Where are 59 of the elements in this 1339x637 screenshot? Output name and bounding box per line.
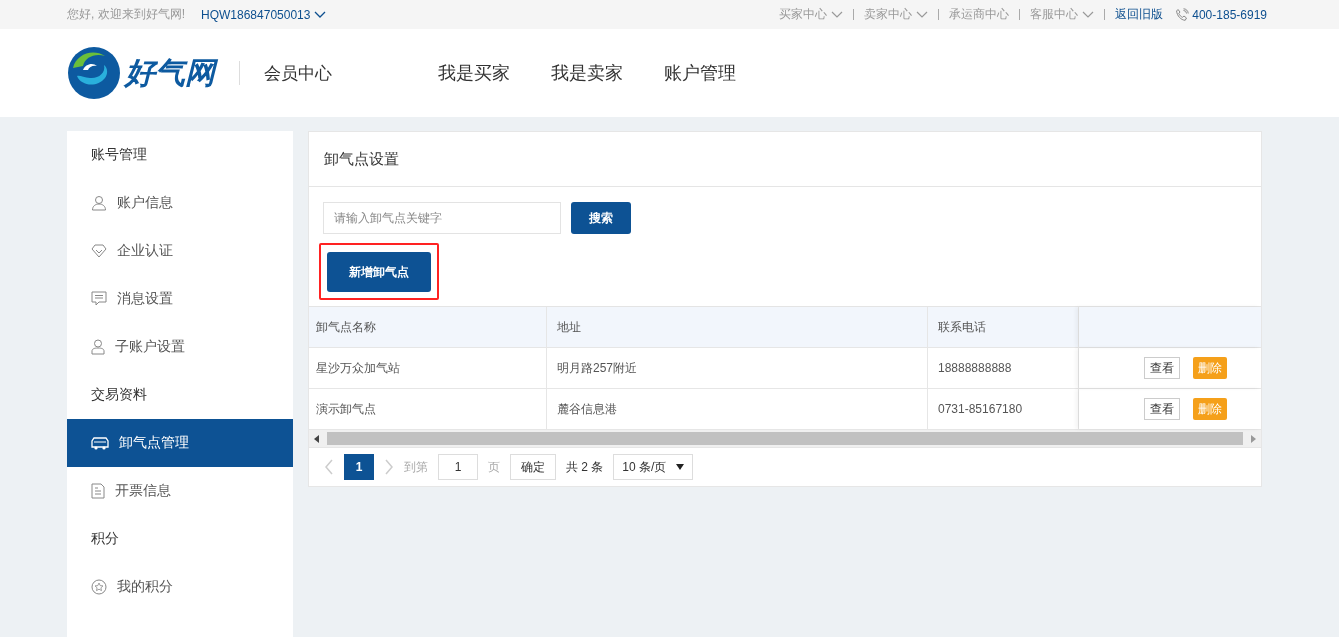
page-button[interactable]: 1 — [344, 454, 374, 480]
total-count: 共 2 条 — [566, 458, 604, 476]
column-header: 联系电话 — [928, 307, 1079, 347]
table-cell: 星沙万众加气站 — [309, 348, 547, 388]
add-point-button[interactable]: 新增卸气点 — [327, 252, 431, 292]
user-icon — [91, 339, 105, 355]
page-unit-label: 页 — [488, 458, 500, 476]
nav-link[interactable]: 账户管理 — [664, 61, 736, 85]
horizontal-scrollbar[interactable] — [309, 430, 1261, 448]
section-title: 会员中心 — [264, 62, 332, 85]
sidebar-heading: 积分 — [90, 529, 120, 548]
nav-link[interactable]: 我是卖家 — [551, 61, 623, 85]
next-page-icon[interactable] — [384, 459, 394, 475]
confirm-button[interactable]: 确定 — [510, 454, 556, 480]
table-cell: 明月路257附近 — [547, 348, 928, 388]
logo-swirl-icon — [67, 46, 121, 100]
star-badge-icon — [91, 579, 107, 595]
sidebar-item[interactable]: 账户信息 — [67, 179, 293, 227]
goto-label: 到第 — [404, 458, 428, 476]
dropdown-triangle-icon — [676, 464, 685, 470]
view-button[interactable]: 查看 — [1143, 357, 1180, 379]
truck-icon — [91, 436, 109, 450]
chevron-down-icon — [314, 10, 327, 19]
page-input[interactable]: 1 — [438, 454, 478, 480]
phone-number: 400-185-6919 — [1192, 7, 1267, 22]
page-size-select[interactable]: 10 条/页 — [613, 454, 694, 480]
chevron-down-icon — [916, 10, 929, 19]
sidebar-item[interactable]: 卸气点管理 — [67, 419, 293, 467]
chevron-down-icon — [831, 10, 844, 19]
column-header: 卸气点名称 — [309, 307, 547, 347]
scroll-right-icon[interactable] — [1249, 433, 1257, 444]
view-button[interactable]: 查看 — [1143, 398, 1180, 420]
nav-link[interactable]: 我是买家 — [438, 61, 510, 85]
account-dropdown[interactable]: HQW186847050013 — [201, 7, 327, 22]
diamond-icon — [91, 244, 107, 258]
panel-title: 卸气点设置 — [309, 132, 1261, 187]
table-cell: 演示卸气点 — [309, 389, 547, 429]
document-icon — [91, 483, 105, 499]
greeting-text: 您好, 欢迎来到好气网! — [67, 6, 185, 23]
previous-page-icon[interactable] — [324, 459, 334, 475]
sidebar-heading: 账号管理 — [90, 145, 148, 164]
column-header: 地址 — [547, 307, 928, 347]
table-cell: 18888888888 — [928, 348, 1079, 388]
sidebar-item[interactable]: 我的积分 — [67, 563, 293, 611]
table-cell: 麓谷信息港 — [547, 389, 928, 429]
sidebar-heading: 交易资料 — [90, 385, 148, 404]
sidebar-item[interactable]: 子账户设置 — [67, 323, 293, 371]
table-cell: 0731-85167180 — [928, 389, 1079, 429]
old-version-link[interactable]: 返回旧版 — [1115, 6, 1164, 23]
sidebar-item[interactable]: 开票信息 — [67, 467, 293, 515]
scroll-left-icon[interactable] — [313, 433, 321, 444]
message-icon — [91, 291, 107, 307]
phone-icon — [1175, 7, 1190, 22]
search-field[interactable]: 请输入卸气点关键字 — [323, 202, 561, 234]
search-button[interactable]: 搜索 — [571, 202, 631, 234]
user-icon — [91, 195, 107, 211]
sidebar-item[interactable]: 企业认证 — [67, 227, 293, 275]
sidebar-item[interactable]: 消息设置 — [67, 275, 293, 323]
chevron-down-icon — [1082, 10, 1095, 19]
